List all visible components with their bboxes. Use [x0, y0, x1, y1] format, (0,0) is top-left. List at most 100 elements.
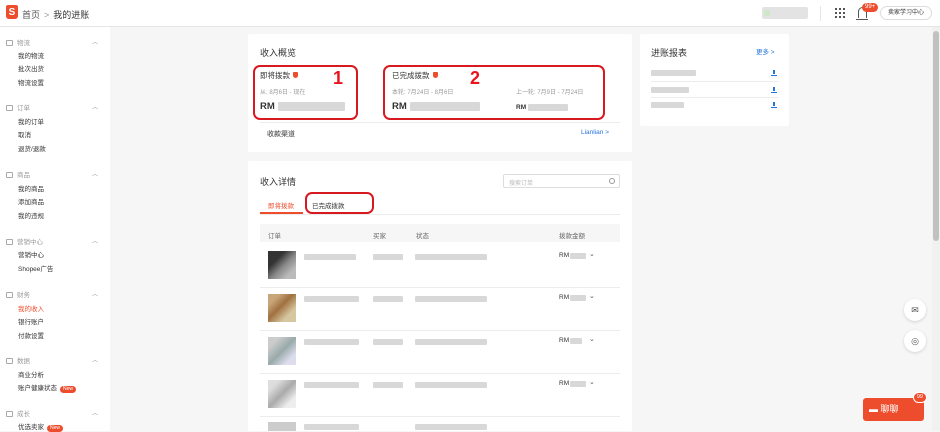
status-redacted: [415, 339, 487, 345]
account-avatar[interactable]: [764, 10, 770, 16]
breadcrumb: 首页 > 我的进账: [22, 8, 89, 21]
sidebar-section-finance[interactable]: 财务 ︿: [6, 289, 98, 299]
report-item[interactable]: [651, 102, 684, 108]
chat-label: 聊聊: [880, 404, 899, 414]
buyer-redacted: [373, 382, 403, 388]
breadcrumb-home[interactable]: 首页: [22, 10, 40, 20]
sidebar-item-my-logistics[interactable]: 我的物流: [18, 50, 44, 60]
sidebar-item-add-product[interactable]: 添加商品: [18, 196, 44, 206]
column-amount: 拨款金额: [559, 233, 585, 240]
status-redacted: [415, 424, 487, 430]
sidebar-item-cancel[interactable]: 取消: [18, 129, 31, 139]
chevron-up-icon[interactable]: ︿: [92, 102, 98, 111]
sidebar-item-my-income[interactable]: 我的收入: [18, 303, 44, 313]
status-redacted: [415, 382, 487, 388]
reports-more-link[interactable]: 更多 >: [756, 46, 775, 56]
sidebar-section-growth[interactable]: 成长 ︿: [6, 408, 98, 418]
amount-rm: RM: [559, 337, 570, 344]
chevron-up-icon[interactable]: ︿: [92, 289, 98, 298]
order-id-redacted: [304, 339, 359, 345]
divider: [260, 416, 620, 417]
support-headset-icon[interactable]: ◎: [904, 330, 926, 352]
amount-rm: RM: [559, 294, 570, 301]
chevron-down-icon[interactable]: ⌄: [589, 335, 595, 343]
column-order: 订单: [268, 233, 281, 240]
chevron-up-icon[interactable]: ︿: [92, 408, 98, 417]
chat-button[interactable]: ▬ 聊聊 99: [863, 392, 927, 421]
sidebar-item-logistics-settings[interactable]: 物流设置: [18, 77, 44, 87]
sidebar-section-data[interactable]: 数据 ︿: [6, 355, 98, 365]
mail-icon[interactable]: ✉: [904, 299, 926, 321]
status-redacted: [415, 296, 487, 302]
sidebar-section-logistics[interactable]: 物流 ︿: [6, 37, 98, 47]
sidebar-item-shopee-ads[interactable]: Shopee广告: [18, 263, 53, 273]
chevron-up-icon[interactable]: ︿: [92, 37, 98, 46]
sidebar-item-my-orders[interactable]: 我的订单: [18, 116, 44, 126]
section-title: 订单: [17, 105, 30, 112]
seller-learning-center-button[interactable]: 卖家学习中心: [880, 6, 932, 20]
section-title: 数据: [17, 358, 30, 365]
download-icon[interactable]: [771, 102, 777, 108]
item-label: 优选卖家: [18, 424, 44, 431]
amount-rm: RM: [559, 252, 570, 259]
amount-redacted: [570, 295, 586, 301]
divider: [651, 81, 779, 82]
divider: [820, 6, 821, 21]
sidebar-item-bank-account[interactable]: 银行账户: [18, 316, 44, 326]
section-title: 商品: [17, 172, 30, 179]
sidebar-item-business-insights[interactable]: 商业分析: [18, 369, 44, 379]
annotation-box-2: [383, 65, 605, 120]
top-bar: S 首页 > 我的进账 99+ 卖家学习中心: [0, 0, 940, 27]
product-thumbnail: [268, 422, 296, 431]
chevron-down-icon[interactable]: ⌄: [589, 378, 595, 386]
breadcrumb-separator: >: [44, 10, 50, 20]
new-badge: New: [60, 386, 77, 393]
search-icon[interactable]: [609, 178, 615, 184]
section-title: 成长: [17, 411, 30, 418]
sidebar-section-orders[interactable]: 订单 ︿: [6, 102, 98, 112]
divider: [260, 214, 620, 215]
order-icon: [6, 105, 13, 111]
report-item[interactable]: [651, 87, 689, 93]
scrollbar[interactable]: [932, 27, 940, 431]
order-id-redacted: [304, 382, 359, 388]
chevron-up-icon[interactable]: ︿: [92, 355, 98, 364]
sidebar-item-payment-settings[interactable]: 付款设置: [18, 330, 44, 340]
chevron-down-icon[interactable]: ⌄: [589, 292, 595, 300]
buyer-redacted: [373, 254, 403, 260]
details-title: 收入详情: [260, 177, 297, 187]
sidebar-item-preferred-seller[interactable]: 优选卖家 New: [18, 421, 64, 432]
sidebar-item-my-products[interactable]: 我的商品: [18, 183, 44, 193]
chat-badge: 99: [912, 392, 927, 403]
sidebar-section-marketing[interactable]: 营销中心 ︿: [6, 236, 98, 246]
section-title: 营销中心: [17, 239, 43, 246]
amount-rm: RM: [559, 380, 570, 387]
apps-grid-icon[interactable]: [835, 8, 845, 18]
amount-redacted: [570, 253, 586, 259]
divider: [260, 122, 620, 123]
download-icon[interactable]: [771, 70, 777, 76]
report-item[interactable]: [651, 70, 696, 76]
payout-channel-link[interactable]: Lianlian >: [581, 129, 609, 136]
tab-pending[interactable]: 即将拨款: [268, 200, 294, 210]
sidebar: 物流 ︿ 我的物流 批次出货 物流设置 订单 ︿ 我的订单 取消 退货/退款 商品 ︿…: [0, 27, 110, 432]
chevron-up-icon[interactable]: ︿: [92, 169, 98, 178]
download-icon[interactable]: [771, 87, 777, 93]
sidebar-section-products[interactable]: 商品 ︿: [6, 169, 98, 179]
sidebar-item-batch-ship[interactable]: 批次出货: [18, 63, 44, 73]
chevron-down-icon[interactable]: ⌄: [589, 250, 595, 258]
buyer-redacted: [373, 296, 403, 302]
growth-icon: [6, 411, 13, 417]
sidebar-item-returns[interactable]: 退货/退款: [18, 143, 46, 153]
chevron-up-icon[interactable]: ︿: [92, 236, 98, 245]
scrollbar-thumb[interactable]: [933, 31, 939, 241]
search-order-input[interactable]: 搜索订单: [503, 174, 620, 188]
product-thumbnail: [268, 294, 296, 322]
shopee-logo-icon[interactable]: S: [6, 5, 18, 19]
sidebar-item-marketing-center[interactable]: 营销中心: [18, 249, 44, 259]
income-reports-card: 进账报表 更多 >: [640, 34, 789, 126]
marketing-icon: [6, 239, 13, 245]
sidebar-item-account-health[interactable]: 账户健康状态 New: [18, 382, 77, 393]
sidebar-item-violations[interactable]: 我的违规: [18, 210, 44, 220]
order-id-redacted: [304, 254, 356, 260]
